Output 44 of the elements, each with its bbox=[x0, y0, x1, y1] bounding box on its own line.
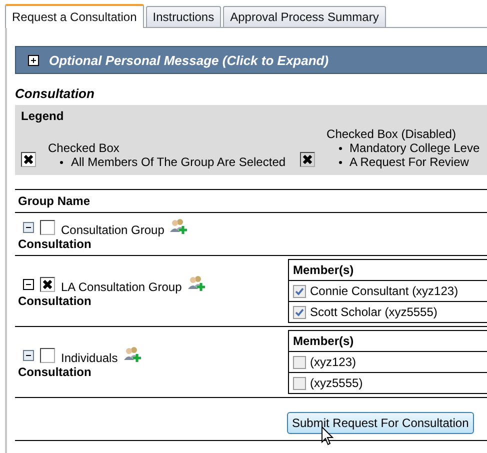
bullet-icon bbox=[338, 160, 342, 164]
group-name: Individuals bbox=[61, 350, 118, 364]
bullet-icon bbox=[60, 160, 63, 164]
group-type: Consultation bbox=[18, 294, 92, 308]
checkbox[interactable] bbox=[293, 306, 306, 318]
members-header: Member(s) bbox=[289, 331, 487, 352]
member-name: Connie Consultant (xyz123) bbox=[310, 284, 458, 298]
members-header: Member(s) bbox=[289, 260, 487, 281]
column-header: Group Name bbox=[15, 189, 487, 213]
checkbox[interactable] bbox=[293, 356, 306, 368]
tab[interactable]: Approval Process Summary bbox=[223, 6, 386, 27]
add-person-icon[interactable] bbox=[188, 274, 206, 292]
legend-label: Checked Box (Disabled) bbox=[326, 127, 457, 141]
tab[interactable]: Request a Consultation bbox=[5, 4, 144, 28]
section-header-title: Optional Personal Message (Click to Expand) bbox=[49, 52, 329, 68]
legend-bullet-text: A Request For Review bbox=[350, 155, 469, 169]
add-person-icon[interactable] bbox=[124, 346, 142, 362]
collapse-icon[interactable] bbox=[23, 350, 34, 360]
checkbox[interactable] bbox=[40, 348, 55, 362]
checkbox[interactable] bbox=[293, 284, 306, 298]
collapse-icon[interactable] bbox=[23, 278, 34, 290]
group-type: Consultation bbox=[18, 364, 92, 378]
legend-bullet-text: All Members Of The Group Are Selected bbox=[71, 155, 286, 169]
tab[interactable]: Instructions bbox=[146, 6, 222, 27]
member-name: (xyz123) bbox=[310, 355, 356, 369]
checkbox[interactable] bbox=[293, 376, 306, 390]
add-person-icon[interactable] bbox=[170, 218, 188, 234]
checkbox[interactable] bbox=[40, 220, 55, 234]
group-type: Consultation bbox=[18, 236, 92, 250]
legend-label: Checked Box bbox=[48, 141, 120, 155]
checkbox[interactable] bbox=[21, 152, 36, 167]
expand-icon[interactable] bbox=[28, 54, 39, 66]
submit-button[interactable]: Submit Request For Consultation bbox=[287, 412, 474, 434]
member-name: Scott Scholar (xyz5555) bbox=[310, 305, 438, 319]
checkbox[interactable] bbox=[40, 276, 55, 292]
collapse-icon[interactable] bbox=[23, 222, 34, 232]
bullet-icon bbox=[338, 146, 342, 150]
group-name: Consultation Group bbox=[61, 222, 164, 236]
legend-bullet-text: Mandatory College Leve bbox=[350, 141, 480, 155]
message-header-bar[interactable]: Optional Personal Message (Click to Expand) bbox=[15, 46, 487, 74]
legend-title: Legend bbox=[21, 109, 65, 123]
group-name: LA Consultation Group bbox=[61, 280, 182, 294]
section-title: Consultation bbox=[15, 86, 96, 101]
member-name: (xyz5555) bbox=[310, 376, 363, 390]
